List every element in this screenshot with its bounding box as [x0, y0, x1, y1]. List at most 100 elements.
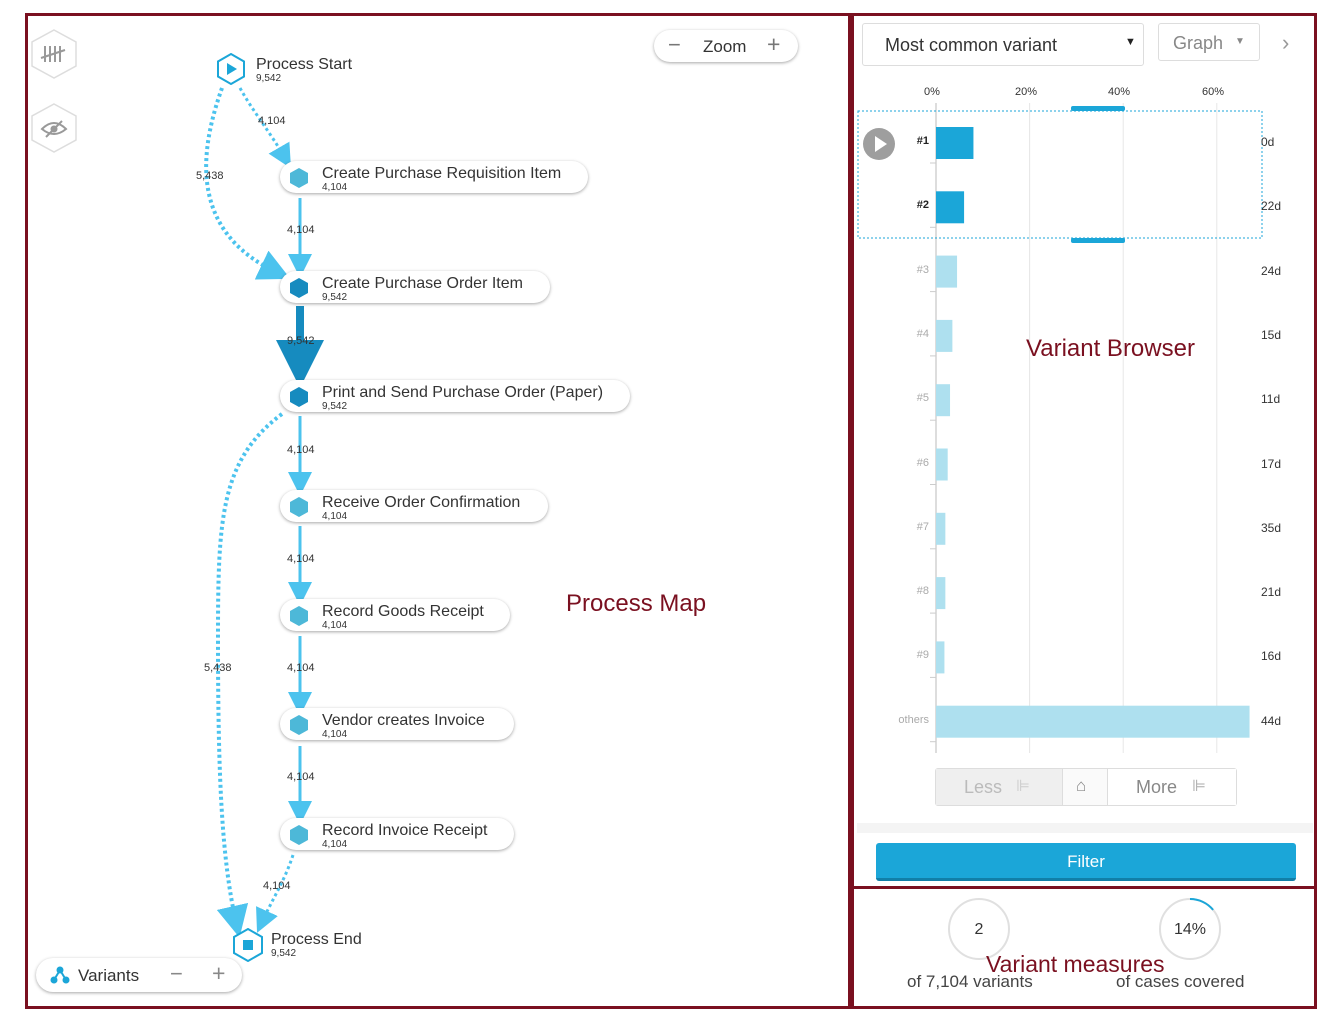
edge-label: 4,104: [287, 771, 315, 783]
variant-sort-value: Most common variant: [885, 35, 1058, 55]
node-label: Receive Order Confirmation: [322, 494, 521, 511]
home-icon: ⌂: [1076, 776, 1087, 795]
variant-paging-group: Less ⊫ ⌂ More ⊫: [935, 768, 1237, 806]
variant-rank-label: #5: [916, 392, 929, 405]
node-count: 9,542: [322, 401, 348, 412]
sort-more-icon: ⊫: [1192, 778, 1206, 795]
activity-node[interactable]: Create Purchase Requisition Item 4,104: [280, 161, 588, 193]
less-label: Less: [964, 777, 1003, 797]
variant-duration-label: 24d: [1261, 263, 1282, 278]
node-label: Create Purchase Requisition Item: [322, 165, 562, 182]
variant-rank-label: #9: [916, 649, 929, 662]
filter-button[interactable]: Filter: [876, 843, 1296, 881]
node-count: 4,104: [322, 511, 348, 522]
edge-label: 5,438: [204, 662, 232, 674]
variant-rank-label: #3: [916, 263, 929, 276]
edge-label: 4,104: [287, 224, 315, 236]
activity-hex-icon: [290, 715, 308, 735]
variant-rank-label: #7: [916, 520, 929, 533]
edge-label: 9,542: [287, 335, 315, 347]
process-start-icon[interactable]: [216, 53, 246, 85]
axis-tick-label: 60%: [1202, 86, 1225, 98]
activity-node[interactable]: Print and Send Purchase Order (Paper) 9,…: [280, 380, 630, 412]
edge-label: 4,104: [287, 444, 315, 456]
more-button[interactable]: More ⊫: [1108, 769, 1236, 805]
graph-view-button[interactable]: Graph ▼: [1158, 23, 1260, 61]
variant-bar[interactable]: [936, 512, 946, 545]
variant-bar[interactable]: [936, 641, 945, 674]
more-label: More: [1136, 777, 1178, 797]
variants-label: Variants: [78, 966, 140, 985]
filter-label: Filter: [1067, 852, 1105, 871]
activity-node[interactable]: Vendor creates Invoice 4,104: [280, 708, 514, 740]
variant-measures-annotation: Variant measures: [986, 951, 1165, 977]
node-label: Create Purchase Order Item: [322, 275, 523, 292]
variant-duration-label: 44d: [1261, 713, 1282, 728]
axis-tick-label: 0%: [924, 86, 940, 98]
edge-label: 4,104: [287, 553, 315, 565]
variants-increase-button[interactable]: +: [212, 960, 225, 987]
less-button[interactable]: Less ⊫: [936, 769, 1062, 805]
activity-hex-icon: [290, 387, 308, 407]
variant-duration-label: 11d: [1261, 392, 1281, 407]
variant-rank-label: others: [898, 713, 929, 726]
activity-hex-icon: [290, 606, 308, 626]
node-count: 9,542: [256, 73, 282, 84]
axis-tick-label: 40%: [1108, 86, 1131, 98]
node-count: 9,542: [322, 292, 348, 303]
variant-bar[interactable]: [936, 255, 958, 288]
variant-duration-label: 35d: [1261, 520, 1282, 535]
variants-control: Variants − +: [36, 958, 242, 992]
caret-down-icon: ▼: [1235, 36, 1245, 47]
edge-label: 5,438: [196, 170, 224, 182]
node-count: 4,104: [322, 182, 348, 193]
variants-count-value: 2: [974, 921, 984, 938]
variants-decrease-button[interactable]: −: [170, 961, 183, 987]
variants-icon: [50, 966, 70, 984]
coverage-value: 14%: [1173, 921, 1207, 938]
node-count: 4,104: [322, 839, 348, 850]
variant-bar[interactable]: [936, 384, 951, 417]
variant-duration-label: 0d: [1261, 135, 1275, 149]
caret-down-icon: ▼: [1125, 36, 1136, 48]
node-label: Process End: [271, 931, 362, 948]
process-map-annotation: Process Map: [566, 590, 707, 617]
node-count: 4,104: [322, 620, 348, 631]
variant-duration-label: 21d: [1261, 585, 1282, 600]
sort-less-icon: ⊫: [1016, 778, 1030, 795]
variant-duration-label: 22d: [1261, 199, 1282, 214]
node-count: 4,104: [322, 729, 348, 740]
node-label: Record Goods Receipt: [322, 603, 484, 620]
activity-node[interactable]: Receive Order Confirmation 4,104: [280, 490, 548, 522]
variant-bar[interactable]: [936, 319, 953, 352]
selection-window[interactable]: [857, 110, 1263, 239]
variant-bar[interactable]: [936, 705, 1250, 738]
node-label: Record Invoice Receipt: [322, 822, 488, 839]
activity-node[interactable]: Create Purchase Order Item 9,542: [280, 271, 550, 303]
variant-duration-label: 17d: [1261, 456, 1282, 471]
activity-hex-icon: [290, 278, 308, 298]
process-end-icon[interactable]: [232, 928, 264, 962]
edge-label: 4,104: [287, 662, 315, 674]
activity-node[interactable]: Record Invoice Receipt 4,104: [280, 818, 514, 850]
variant-rank-label: #1: [916, 135, 929, 147]
variant-bar[interactable]: [936, 191, 965, 224]
variant-bar[interactable]: [936, 127, 974, 159]
graph-view-label: Graph: [1173, 33, 1224, 53]
activity-hex-icon: [290, 497, 308, 517]
axis-tick-label: 20%: [1015, 86, 1038, 98]
variant-duration-label: 16d: [1261, 649, 1282, 664]
variant-rank-label: #4: [916, 327, 929, 340]
selection-handle-top[interactable]: [1071, 106, 1125, 111]
node-label: Process Start: [256, 56, 353, 73]
activity-node[interactable]: Record Goods Receipt 4,104: [280, 599, 510, 631]
variant-sort-dropdown[interactable]: Most common variant ▼: [862, 23, 1144, 66]
variant-browser-annotation: Variant Browser: [1026, 335, 1195, 362]
home-button[interactable]: ⌂: [1062, 769, 1108, 805]
selection-handle-bottom[interactable]: [1071, 238, 1125, 243]
collapse-panel-icon[interactable]: ›: [1282, 30, 1289, 56]
variant-bar[interactable]: [936, 448, 948, 481]
node-label: Vendor creates Invoice: [322, 712, 485, 729]
variant-bar[interactable]: [936, 577, 946, 610]
variant-rank-label: #8: [916, 585, 929, 598]
